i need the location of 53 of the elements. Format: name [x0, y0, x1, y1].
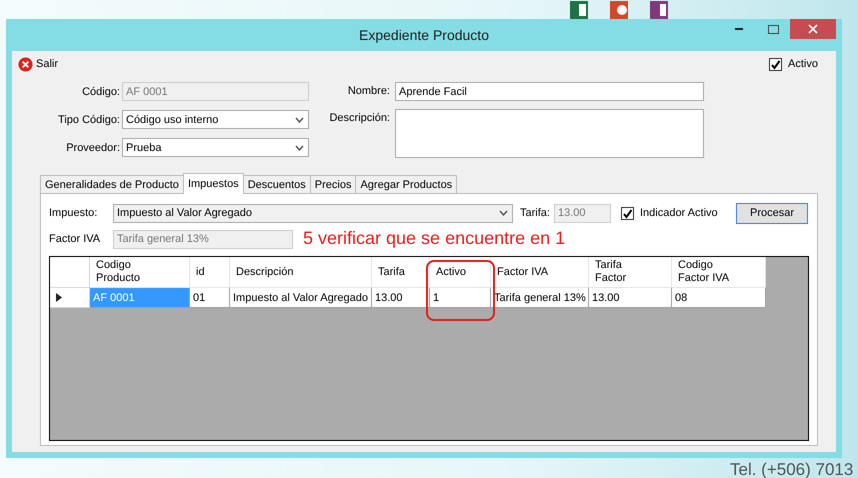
chevron-down-icon — [295, 144, 304, 150]
column-header[interactable]: Codigo Factor IVA — [672, 257, 766, 288]
chevron-down-icon — [499, 210, 508, 216]
field-label: Factor IVA — [49, 233, 102, 245]
column-header[interactable]: Tarifa Factor — [589, 257, 672, 288]
field-label: Tarifa: — [520, 207, 550, 219]
checkmark-icon — [770, 58, 782, 70]
checkmark-icon — [622, 208, 633, 218]
window-title: Expediente Producto — [359, 27, 489, 43]
close-icon — [808, 24, 818, 34]
active-checkbox[interactable]: Activo — [769, 58, 818, 70]
maximize-icon — [768, 24, 778, 34]
tab[interactable]: Impuestos — [182, 173, 244, 194]
column-header[interactable]: Tarifa — [372, 257, 430, 288]
field-label: Código: — [81, 86, 120, 98]
table-cell[interactable]: 1 — [430, 288, 491, 308]
table-cell[interactable]: 13.00 — [589, 288, 672, 308]
dropdown[interactable]: Tarifa general 13% — [113, 230, 293, 248]
presentation-app-icon — [610, 1, 628, 19]
field-label: Nombre: — [346, 84, 390, 97]
table-cell[interactable]: 13.00 — [372, 288, 430, 308]
dropdown[interactable]: Código uso interno — [122, 110, 309, 129]
table-cell[interactable]: Tarifa general 13% — [491, 288, 589, 308]
table-cell[interactable]: Impuesto al Valor Agregado — [230, 288, 372, 308]
column-header[interactable]: Descripción — [230, 257, 372, 288]
spreadsheet-app-icon — [570, 1, 588, 19]
table-cell[interactable]: 01 — [190, 288, 230, 308]
column-header[interactable]: id — [190, 257, 230, 288]
tab[interactable]: Agregar Productos — [355, 175, 458, 193]
minimize-icon — [735, 28, 743, 30]
tab[interactable]: Generalidades de Producto — [40, 175, 184, 193]
table-cell[interactable]: 08 — [672, 288, 766, 308]
field-label: Impuesto: — [49, 207, 98, 219]
dropdown[interactable]: Impuesto al Valor Agregado — [113, 204, 513, 222]
close-button[interactable] — [790, 19, 836, 39]
annotation-text: 5 verificar que se encuentre en 1 — [303, 228, 566, 249]
column-header[interactable]: Codigo Producto — [90, 257, 190, 288]
close-icon — [18, 56, 33, 72]
chevron-down-icon — [295, 116, 304, 122]
field-label: Descripción: — [328, 111, 390, 124]
highlight-outline — [426, 260, 495, 321]
exit-button[interactable]: Salir — [18, 56, 58, 72]
field-label: Proveedor: — [65, 142, 120, 154]
input-field[interactable]: 13.00 — [554, 204, 611, 222]
process-button[interactable]: Procesar — [736, 202, 808, 224]
notebook-app-icon — [650, 1, 668, 19]
column-header[interactable]: Activo — [430, 257, 491, 288]
dropdown[interactable]: Prueba — [122, 138, 309, 157]
column-header[interactable]: Factor IVA — [491, 257, 589, 288]
input-field[interactable]: Aprende Facil — [395, 82, 704, 101]
field-label: Tipo Código: — [57, 114, 120, 126]
current-row-icon — [56, 293, 62, 302]
active-indicator-checkbox[interactable]: Indicador Activo — [620, 206, 718, 220]
